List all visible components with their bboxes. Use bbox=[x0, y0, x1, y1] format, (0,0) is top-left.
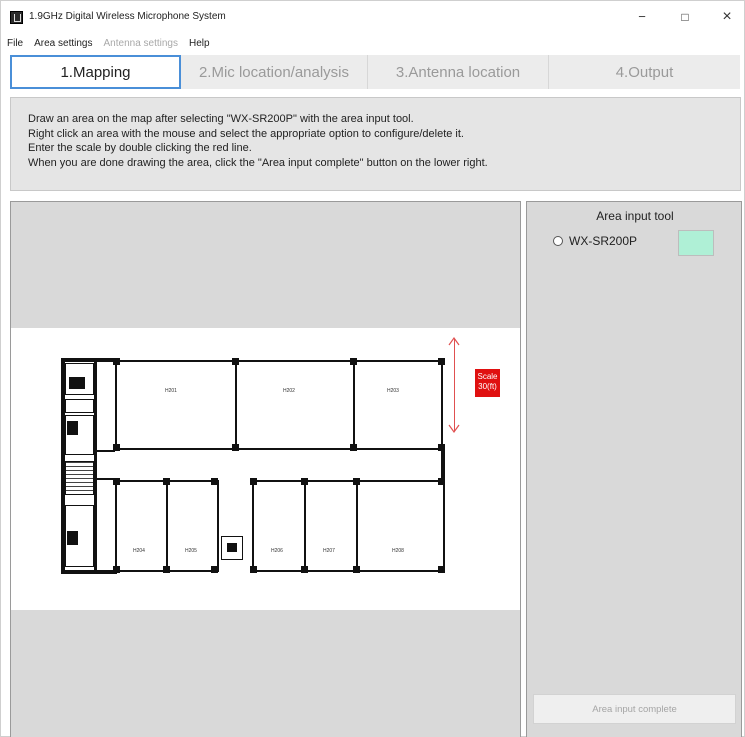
restroom-icon bbox=[67, 531, 78, 545]
column bbox=[113, 478, 120, 485]
room-h203: H203 bbox=[353, 360, 443, 450]
wall bbox=[441, 450, 445, 480]
room-label: H201 bbox=[165, 388, 177, 394]
instructions-panel: Draw an area on the map after selecting … bbox=[10, 97, 741, 191]
column bbox=[113, 358, 120, 365]
column bbox=[301, 478, 308, 485]
tab-mapping[interactable]: 1.Mapping bbox=[10, 55, 181, 89]
room-label: H207 bbox=[323, 548, 335, 554]
tab-mic-location-analysis[interactable]: 2.Mic location/analysis bbox=[181, 55, 368, 89]
room-h207: H207 bbox=[304, 480, 358, 572]
column bbox=[232, 444, 239, 451]
scale-arrows-icon bbox=[448, 336, 460, 434]
column bbox=[353, 478, 360, 485]
instruction-line: Right click an area with the mouse and s… bbox=[28, 127, 464, 140]
room-label: H203 bbox=[387, 388, 399, 394]
area-input-tool-panel: Area input tool WX-SR200P Area input com… bbox=[526, 201, 742, 737]
close-button[interactable]: × bbox=[716, 8, 738, 26]
scale-label-value: 30(ft) bbox=[478, 382, 497, 391]
menu-help[interactable]: Help bbox=[183, 35, 215, 53]
area-input-complete-button[interactable]: Area input complete bbox=[533, 694, 736, 724]
title-bar: 1.9GHz Digital Wireless Microphone Syste… bbox=[1, 1, 745, 33]
menu-file[interactable]: File bbox=[1, 35, 28, 53]
column bbox=[438, 478, 445, 485]
step-tabs: 1.Mapping 2.Mic location/analysis 3.Ante… bbox=[10, 55, 740, 89]
room-h201: H201 bbox=[115, 360, 237, 450]
room-h202: H202 bbox=[235, 360, 355, 450]
column bbox=[250, 566, 257, 573]
column bbox=[438, 444, 445, 451]
room-h205: H205 bbox=[166, 480, 219, 572]
column bbox=[301, 566, 308, 573]
scale-label-text: Scale bbox=[477, 372, 498, 381]
app-logo-icon bbox=[10, 11, 23, 24]
room-h204: H204 bbox=[115, 480, 168, 572]
instruction-line: When you are done drawing the area, clic… bbox=[28, 156, 488, 169]
instruction-line: Enter the scale by double clicking the r… bbox=[28, 142, 252, 154]
room-label: H204 bbox=[133, 548, 145, 554]
window-title: 1.9GHz Digital Wireless Microphone Syste… bbox=[29, 11, 226, 22]
wall bbox=[61, 570, 117, 574]
column bbox=[438, 358, 445, 365]
scale-label[interactable]: Scale 30(ft) bbox=[475, 369, 500, 397]
column bbox=[163, 566, 170, 573]
tab-antenna-location[interactable]: 3.Antenna location bbox=[368, 55, 549, 89]
column bbox=[113, 444, 120, 451]
area-color-swatch[interactable] bbox=[678, 230, 714, 256]
radio-button[interactable] bbox=[553, 236, 563, 246]
menu-area-settings[interactable]: Area settings bbox=[28, 35, 97, 53]
restroom-icon bbox=[67, 421, 78, 435]
staircase bbox=[65, 461, 94, 495]
room-label: H202 bbox=[283, 388, 295, 394]
column bbox=[353, 566, 360, 573]
menu-antenna-settings: Antenna settings bbox=[103, 38, 179, 49]
room-label: H206 bbox=[271, 548, 283, 554]
wall bbox=[94, 358, 97, 574]
area-option-label[interactable]: WX-SR200P bbox=[569, 234, 637, 248]
column bbox=[211, 566, 218, 573]
column bbox=[350, 358, 357, 365]
elevator-icon bbox=[69, 377, 85, 389]
room-h208: H208 bbox=[356, 480, 445, 572]
column bbox=[250, 478, 257, 485]
room-h206: H206 bbox=[252, 480, 306, 572]
room-label: H205 bbox=[185, 548, 197, 554]
column bbox=[350, 444, 357, 451]
menu-bar: File Area settings Antenna settings Help bbox=[1, 35, 745, 53]
column bbox=[232, 358, 239, 365]
minimize-button[interactable]: − bbox=[631, 8, 653, 26]
utility-icon bbox=[227, 543, 237, 552]
column bbox=[163, 478, 170, 485]
instruction-line: Draw an area on the map after selecting … bbox=[28, 113, 414, 125]
service-room bbox=[65, 399, 94, 413]
maximize-button[interactable]: □ bbox=[674, 8, 696, 26]
column bbox=[113, 566, 120, 573]
room-label: H208 bbox=[392, 548, 404, 554]
wall bbox=[61, 358, 117, 362]
utility-room bbox=[221, 536, 243, 560]
area-option-wx-sr200p[interactable]: WX-SR200P bbox=[553, 234, 637, 248]
column bbox=[211, 478, 218, 485]
area-tool-title: Area input tool bbox=[596, 209, 674, 223]
app-window: 1.9GHz Digital Wireless Microphone Syste… bbox=[0, 0, 745, 737]
tab-output[interactable]: 4.Output bbox=[549, 55, 740, 89]
column bbox=[438, 566, 445, 573]
